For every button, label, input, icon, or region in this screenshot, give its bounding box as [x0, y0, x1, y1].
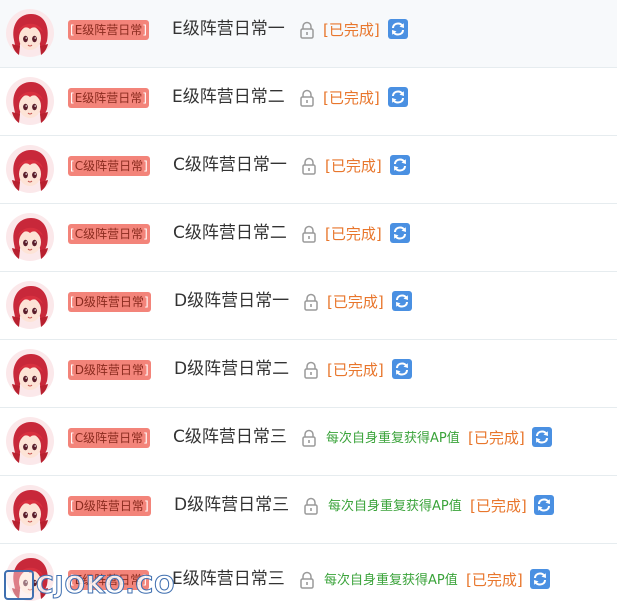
list-item[interactable]: [C级阵营日常] C级阵营日常一 [已完成]: [0, 136, 617, 204]
refresh-icon[interactable]: [392, 359, 412, 379]
list-item[interactable]: [C级阵营日常] C级阵营日常三 每次自身重复获得AP值 [已完成]: [0, 408, 617, 476]
lock-icon: [299, 89, 315, 107]
status-text: [已完成]: [327, 293, 384, 311]
task-title: C级阵营日常一: [173, 155, 287, 175]
status-text: [已完成]: [327, 361, 384, 379]
task-title: D级阵营日常一: [174, 291, 290, 311]
avatar: [5, 8, 55, 58]
avatar: [5, 76, 55, 126]
category-tag: [E级阵营日常]: [68, 570, 149, 590]
task-title: E级阵营日常三: [172, 569, 285, 589]
task-title: E级阵营日常一: [172, 19, 285, 39]
task-title: E级阵营日常二: [172, 87, 285, 107]
refresh-icon[interactable]: [388, 19, 408, 39]
lock-icon: [303, 361, 319, 379]
task-title: C级阵营日常二: [173, 223, 287, 243]
lock-icon: [303, 497, 319, 515]
task-description: 每次自身重复获得AP值: [326, 431, 460, 446]
category-tag: [E级阵营日常]: [68, 20, 149, 40]
status-text: [已完成]: [323, 21, 380, 39]
status-text: [已完成]: [325, 157, 382, 175]
avatar: [5, 212, 55, 262]
list-item[interactable]: [D级阵营日常] D级阵营日常二 [已完成]: [0, 340, 617, 408]
task-description: 每次自身重复获得AP值: [324, 573, 458, 588]
avatar: [5, 416, 55, 466]
category-tag: [D级阵营日常]: [68, 360, 151, 380]
refresh-icon[interactable]: [530, 569, 550, 589]
list-item[interactable]: [D级阵营日常] D级阵营日常三 每次自身重复获得AP值 [已完成]: [0, 476, 617, 544]
refresh-icon[interactable]: [390, 155, 410, 175]
category-tag: [C级阵营日常]: [68, 156, 150, 176]
status-text: [已完成]: [466, 571, 523, 589]
list-item[interactable]: [E级阵营日常] E级阵营日常三 每次自身重复获得AP值 [已完成]: [0, 544, 617, 608]
task-title: C级阵营日常三: [173, 427, 287, 447]
category-tag: [D级阵营日常]: [68, 496, 151, 516]
refresh-icon[interactable]: [532, 427, 552, 447]
task-list: [E级阵营日常] E级阵营日常一 [已完成] [E级阵营日常] E级阵营日常二 …: [0, 0, 617, 608]
lock-icon: [299, 571, 315, 589]
list-item[interactable]: [D级阵营日常] D级阵营日常一 [已完成]: [0, 272, 617, 340]
lock-icon: [303, 293, 319, 311]
task-description: 每次自身重复获得AP值: [328, 499, 462, 514]
avatar: [5, 484, 55, 534]
lock-icon: [299, 21, 315, 39]
task-title: D级阵营日常二: [174, 359, 290, 379]
list-item[interactable]: [C级阵营日常] C级阵营日常二 [已完成]: [0, 204, 617, 272]
status-text: [已完成]: [468, 429, 525, 447]
list-item[interactable]: [E级阵营日常] E级阵营日常二 [已完成]: [0, 68, 617, 136]
status-text: [已完成]: [470, 497, 527, 515]
refresh-icon[interactable]: [388, 87, 408, 107]
category-tag: [D级阵营日常]: [68, 292, 151, 312]
lock-icon: [301, 429, 317, 447]
status-text: [已完成]: [325, 225, 382, 243]
refresh-icon[interactable]: [392, 291, 412, 311]
avatar: [5, 552, 55, 602]
refresh-icon[interactable]: [390, 223, 410, 243]
status-text: [已完成]: [323, 89, 380, 107]
lock-icon: [301, 225, 317, 243]
avatar: [5, 144, 55, 194]
category-tag: [E级阵营日常]: [68, 88, 149, 108]
list-item[interactable]: [E级阵营日常] E级阵营日常一 [已完成]: [0, 0, 617, 68]
avatar: [5, 348, 55, 398]
avatar: [5, 280, 55, 330]
task-title: D级阵营日常三: [174, 495, 290, 515]
lock-icon: [301, 157, 317, 175]
category-tag: [C级阵营日常]: [68, 224, 150, 244]
refresh-icon[interactable]: [534, 495, 554, 515]
category-tag: [C级阵营日常]: [68, 428, 150, 448]
